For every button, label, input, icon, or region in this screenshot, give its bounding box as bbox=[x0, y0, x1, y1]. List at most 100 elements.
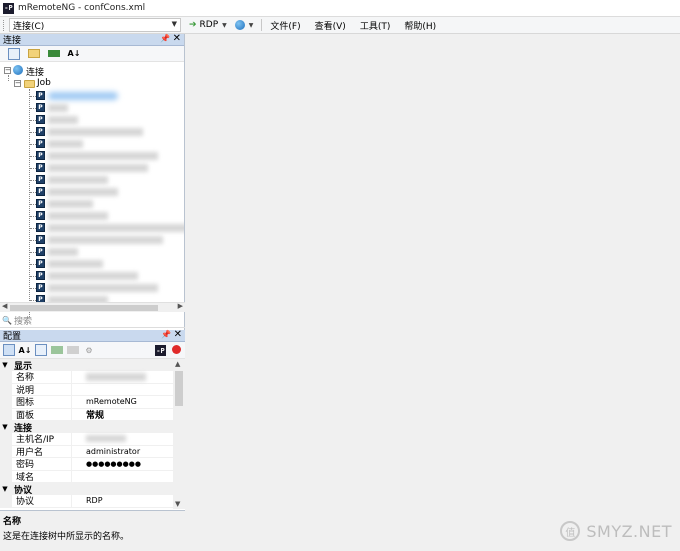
rdp-connection-icon: P bbox=[36, 223, 45, 232]
tree-line bbox=[8, 75, 9, 81]
new-connection-icon[interactable] bbox=[8, 47, 20, 60]
tree-node-redacted[interactable] bbox=[48, 128, 143, 136]
prop-row-icon[interactable]: 图标 mRemoteNG bbox=[0, 396, 185, 409]
tree-node-redacted[interactable] bbox=[48, 140, 83, 148]
watermark-text: SMYZ.NET bbox=[586, 521, 672, 541]
tree-node-redacted[interactable] bbox=[48, 116, 78, 124]
new-folder-icon[interactable] bbox=[28, 49, 40, 58]
scroll-right-icon[interactable]: ▶ bbox=[178, 302, 183, 310]
category-connection[interactable]: ▼ 连接 bbox=[0, 421, 185, 434]
rdp-connection-icon: P bbox=[36, 127, 45, 136]
prop-row-protocol[interactable]: 协议 RDP bbox=[0, 495, 185, 508]
prop-row-name[interactable]: 名称 bbox=[0, 371, 185, 384]
prop-row-password[interactable]: 密码 ●●●●●●●●● bbox=[0, 458, 185, 471]
tree-node-redacted[interactable] bbox=[48, 200, 93, 208]
main-content-area: 值 SMYZ.NET bbox=[186, 34, 680, 551]
chevron-down-icon: ▼ bbox=[171, 20, 177, 28]
prop-value-redacted[interactable] bbox=[72, 372, 152, 382]
rdp-connection-icon: P bbox=[36, 175, 45, 184]
prop-name: 主机名/IP bbox=[0, 433, 72, 445]
globe-dropdown-button[interactable]: ▼ bbox=[234, 20, 253, 30]
chevron-down-icon[interactable]: ▼ bbox=[222, 22, 227, 29]
prop-value-redacted[interactable] bbox=[72, 434, 152, 444]
scroll-left-icon[interactable]: ◀ bbox=[2, 302, 7, 310]
left-dock-panel: 连接 📌 ✕ A↓ − 连接 − Job PPPPPPPPPPPPPPPPPP … bbox=[0, 33, 185, 551]
prop-value[interactable]: RDP bbox=[72, 496, 103, 505]
prop-row-panel[interactable]: 面板 常规 bbox=[0, 408, 185, 421]
menu-tools[interactable]: 工具(T) bbox=[360, 19, 391, 32]
tree-node-redacted[interactable] bbox=[48, 92, 118, 100]
inheritance-icon[interactable] bbox=[51, 346, 63, 354]
chevron-down-icon[interactable]: ▼ bbox=[0, 485, 10, 493]
scroll-down-icon[interactable]: ▼ bbox=[175, 500, 180, 508]
prop-name: 名称 bbox=[0, 371, 72, 383]
tree-horizontal-scrollbar[interactable]: ◀ ▶ bbox=[0, 302, 185, 312]
prop-name: 密码 bbox=[0, 458, 72, 470]
connect-protocol-button[interactable]: ➔ RDP ▼ bbox=[189, 20, 227, 30]
tree-node-redacted[interactable] bbox=[48, 260, 103, 268]
properties-icon[interactable] bbox=[35, 344, 47, 356]
app-icon[interactable]: -P bbox=[155, 345, 166, 356]
protocol-label: RDP bbox=[199, 20, 219, 30]
prop-value[interactable]: administrator bbox=[72, 447, 140, 456]
chevron-down-icon[interactable]: ▼ bbox=[0, 361, 10, 369]
prop-row-user[interactable]: 用户名 administrator bbox=[0, 445, 185, 458]
config-right-icons: -P bbox=[155, 345, 181, 356]
collapse-icon[interactable]: − bbox=[14, 80, 21, 87]
menu-view[interactable]: 查看(V) bbox=[315, 19, 346, 32]
rdp-connection-icon: P bbox=[36, 259, 45, 268]
tree-node-redacted[interactable] bbox=[48, 224, 184, 232]
collapse-icon[interactable]: − bbox=[4, 67, 11, 74]
category-protocol[interactable]: ▼ 协议 bbox=[0, 483, 185, 496]
view-icon[interactable] bbox=[48, 50, 60, 57]
prop-name: 说明 bbox=[0, 383, 72, 396]
config-panel-header: 配置 📌 ✕ bbox=[0, 329, 185, 342]
categorized-icon[interactable] bbox=[3, 344, 15, 356]
prop-value[interactable]: ●●●●●●●●● bbox=[72, 460, 141, 468]
property-vertical-scrollbar[interactable]: ▲ ▼ bbox=[173, 359, 185, 509]
stop-icon[interactable] bbox=[172, 345, 181, 354]
quick-connect-combo[interactable]: 连接(C) ▼ bbox=[9, 18, 181, 32]
prop-row-domain[interactable]: 域名 bbox=[0, 470, 185, 483]
prop-value[interactable]: mRemoteNG bbox=[72, 397, 137, 406]
prop-row-desc[interactable]: 说明 bbox=[0, 383, 185, 396]
tree-node-redacted[interactable] bbox=[48, 104, 68, 112]
tree-node-redacted[interactable] bbox=[48, 212, 108, 220]
sort-az-icon[interactable]: A↓ bbox=[19, 344, 32, 356]
scroll-up-icon[interactable]: ▲ bbox=[175, 360, 180, 368]
close-icon[interactable]: ✕ bbox=[173, 33, 181, 44]
tree-node-redacted[interactable] bbox=[48, 188, 118, 196]
tree-node-redacted[interactable] bbox=[48, 176, 108, 184]
menu-help[interactable]: 帮助(H) bbox=[404, 19, 436, 32]
prop-row-host[interactable]: 主机名/IP bbox=[0, 433, 185, 446]
scrollbar-thumb[interactable] bbox=[10, 305, 158, 311]
rdp-connection-icon: P bbox=[36, 211, 45, 220]
pin-icon[interactable]: 📌 bbox=[161, 330, 171, 339]
tree-node-redacted[interactable] bbox=[48, 164, 148, 172]
chevron-down-icon[interactable]: ▼ bbox=[0, 423, 10, 431]
config-panel: 配置 📌 ✕ A↓ ⚙ -P ▼ 显示 名称 说明 图标 mRemoteNG 面… bbox=[0, 329, 185, 551]
close-icon[interactable]: ✕ bbox=[174, 329, 182, 340]
menu-file[interactable]: 文件(F) bbox=[270, 19, 300, 32]
window-title: mRemoteNG - confCons.xml bbox=[18, 3, 146, 13]
scrollbar-thumb[interactable] bbox=[175, 371, 183, 406]
tree-search[interactable]: 🔍 搜索 bbox=[0, 314, 185, 328]
default-props-icon[interactable] bbox=[67, 346, 79, 354]
rdp-connection-icon: P bbox=[36, 91, 45, 100]
tree-node-redacted[interactable] bbox=[48, 272, 138, 280]
host-status-icon[interactable]: ⚙ bbox=[83, 344, 95, 356]
sort-az-icon[interactable]: A↓ bbox=[68, 48, 81, 60]
prop-value[interactable]: 常规 bbox=[72, 408, 104, 421]
search-icon: 🔍 bbox=[2, 316, 12, 325]
tree-node-redacted[interactable] bbox=[48, 248, 78, 256]
tree-node-redacted[interactable] bbox=[48, 236, 163, 244]
tree-node-redacted[interactable] bbox=[48, 152, 158, 160]
prop-name: 图标 bbox=[0, 396, 72, 408]
prop-name: 面板 bbox=[0, 408, 72, 421]
pin-icon[interactable]: 📌 bbox=[160, 34, 170, 43]
tree-node-redacted[interactable] bbox=[48, 284, 158, 292]
toolbar-grip[interactable] bbox=[3, 19, 6, 31]
tree-root-label[interactable]: 连接 bbox=[26, 65, 44, 78]
tree-folder-job[interactable]: Job bbox=[37, 78, 51, 88]
category-display[interactable]: ▼ 显示 bbox=[0, 359, 185, 372]
